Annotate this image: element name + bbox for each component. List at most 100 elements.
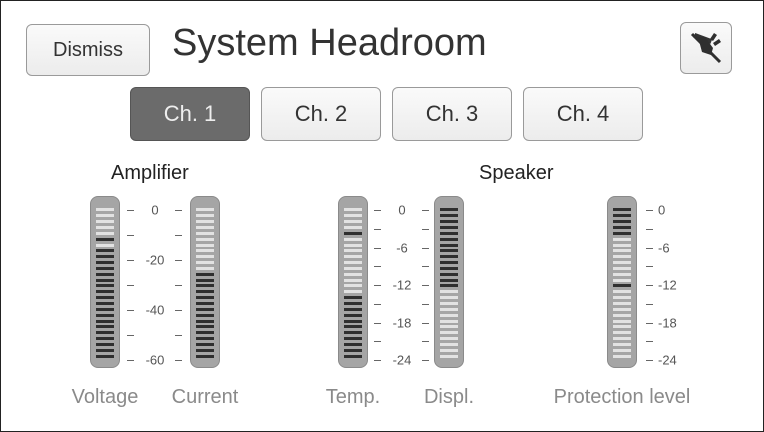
meter-segment (440, 301, 458, 305)
meter-segment (440, 231, 458, 235)
scale-tick (127, 335, 134, 336)
meter-segment (196, 231, 214, 235)
meter-segment (613, 255, 631, 259)
meter-segment (344, 249, 362, 253)
meter-segment (196, 348, 214, 352)
meter-segment (613, 214, 631, 218)
speaker-section-title: Speaker (479, 162, 554, 184)
scale-tick (422, 266, 429, 268)
meter-segment (344, 255, 362, 259)
scale-tick (422, 247, 429, 249)
meter-segment (96, 243, 114, 247)
meter-segment (440, 266, 458, 270)
meter-segment (613, 348, 631, 352)
meter-segment (96, 278, 114, 282)
meter-segment (613, 272, 631, 276)
meter-segment (196, 325, 214, 329)
meter-segment (96, 261, 114, 265)
meter-segment (440, 220, 458, 224)
meter-segment (96, 342, 114, 346)
scale-tick (374, 210, 381, 211)
meter-segment (613, 249, 631, 253)
meter-segment (344, 243, 362, 247)
scale-tick (374, 303, 381, 305)
scale-label: -18 (392, 315, 412, 330)
meter-segment (613, 208, 631, 212)
meter-segment (440, 272, 458, 276)
meter-segment (440, 354, 458, 358)
temp-meter-label: Temp. (325, 386, 381, 408)
meter-segment (196, 266, 214, 270)
meter-segment (344, 348, 362, 352)
meter-segment (344, 319, 362, 323)
meter-segment (344, 225, 362, 229)
tab-ch-1[interactable]: Ch. 1 (130, 87, 250, 141)
scale-tick (646, 303, 653, 305)
meter-segment (196, 272, 214, 276)
meter-segment (96, 249, 114, 253)
meter-segment (344, 313, 362, 317)
meter-segment (613, 243, 631, 247)
meter-segment (440, 249, 458, 253)
meter-segment (344, 208, 362, 212)
meter-segment (196, 255, 214, 259)
meter-segment (440, 237, 458, 241)
meter-segment (196, 313, 214, 317)
meter-segment (613, 296, 631, 300)
scale-label: -6 (396, 240, 408, 255)
scale-tick (175, 210, 182, 211)
meter-segment (344, 272, 362, 276)
scale-tick (646, 210, 653, 211)
meter-segment (440, 284, 458, 288)
meter-segment (196, 342, 214, 346)
scale-tick (422, 322, 429, 324)
scale-tick (646, 341, 653, 343)
scale-tick (374, 247, 381, 249)
scale-tick (127, 310, 134, 311)
meter-segment (196, 290, 214, 294)
dismiss-button[interactable]: Dismiss (26, 24, 150, 76)
meter-segment (440, 325, 458, 329)
scale-tick (374, 285, 381, 286)
scale-tick (374, 266, 381, 268)
scale-tick (175, 285, 182, 286)
meter-segment (196, 237, 214, 241)
scale-tick (175, 260, 182, 261)
meter-segment (196, 278, 214, 282)
tab-ch-3[interactable]: Ch. 3 (392, 87, 512, 141)
scale-tick (422, 285, 429, 286)
scale-label: -12 (392, 277, 412, 293)
meter-segment (440, 225, 458, 229)
meter-segment (613, 220, 631, 224)
scale-tick (127, 235, 134, 236)
meter-segment (344, 331, 362, 335)
meter-segment (344, 307, 362, 311)
temp-meter (338, 196, 368, 368)
meter-segment (344, 237, 362, 241)
meter-segment (613, 278, 631, 282)
scale-tick (127, 360, 134, 361)
amplifier-section-title: Amplifier (111, 162, 189, 184)
meter-segment (96, 266, 114, 270)
meter-segment (344, 220, 362, 224)
mute-button[interactable] (680, 22, 732, 74)
scale-tick (175, 310, 182, 311)
meter-segment (613, 225, 631, 229)
meter-segment (344, 261, 362, 265)
meter-segment (96, 301, 114, 305)
meter-segment (344, 278, 362, 282)
scale-tick (175, 360, 182, 361)
current-meter-label: Current (171, 386, 239, 408)
scale-tick (127, 260, 134, 261)
tab-ch-4[interactable]: Ch. 4 (523, 87, 643, 141)
scale-label: 0 (398, 202, 406, 218)
meter-segment (196, 337, 214, 341)
tab-ch-2[interactable]: Ch. 2 (261, 87, 381, 141)
meter-segment (96, 331, 114, 335)
scale-label: -18 (658, 315, 677, 330)
meter-segment (344, 325, 362, 329)
meter-segment (613, 237, 631, 241)
meter-segment (96, 348, 114, 352)
scale-tick (374, 228, 381, 230)
meter-segment (96, 325, 114, 329)
